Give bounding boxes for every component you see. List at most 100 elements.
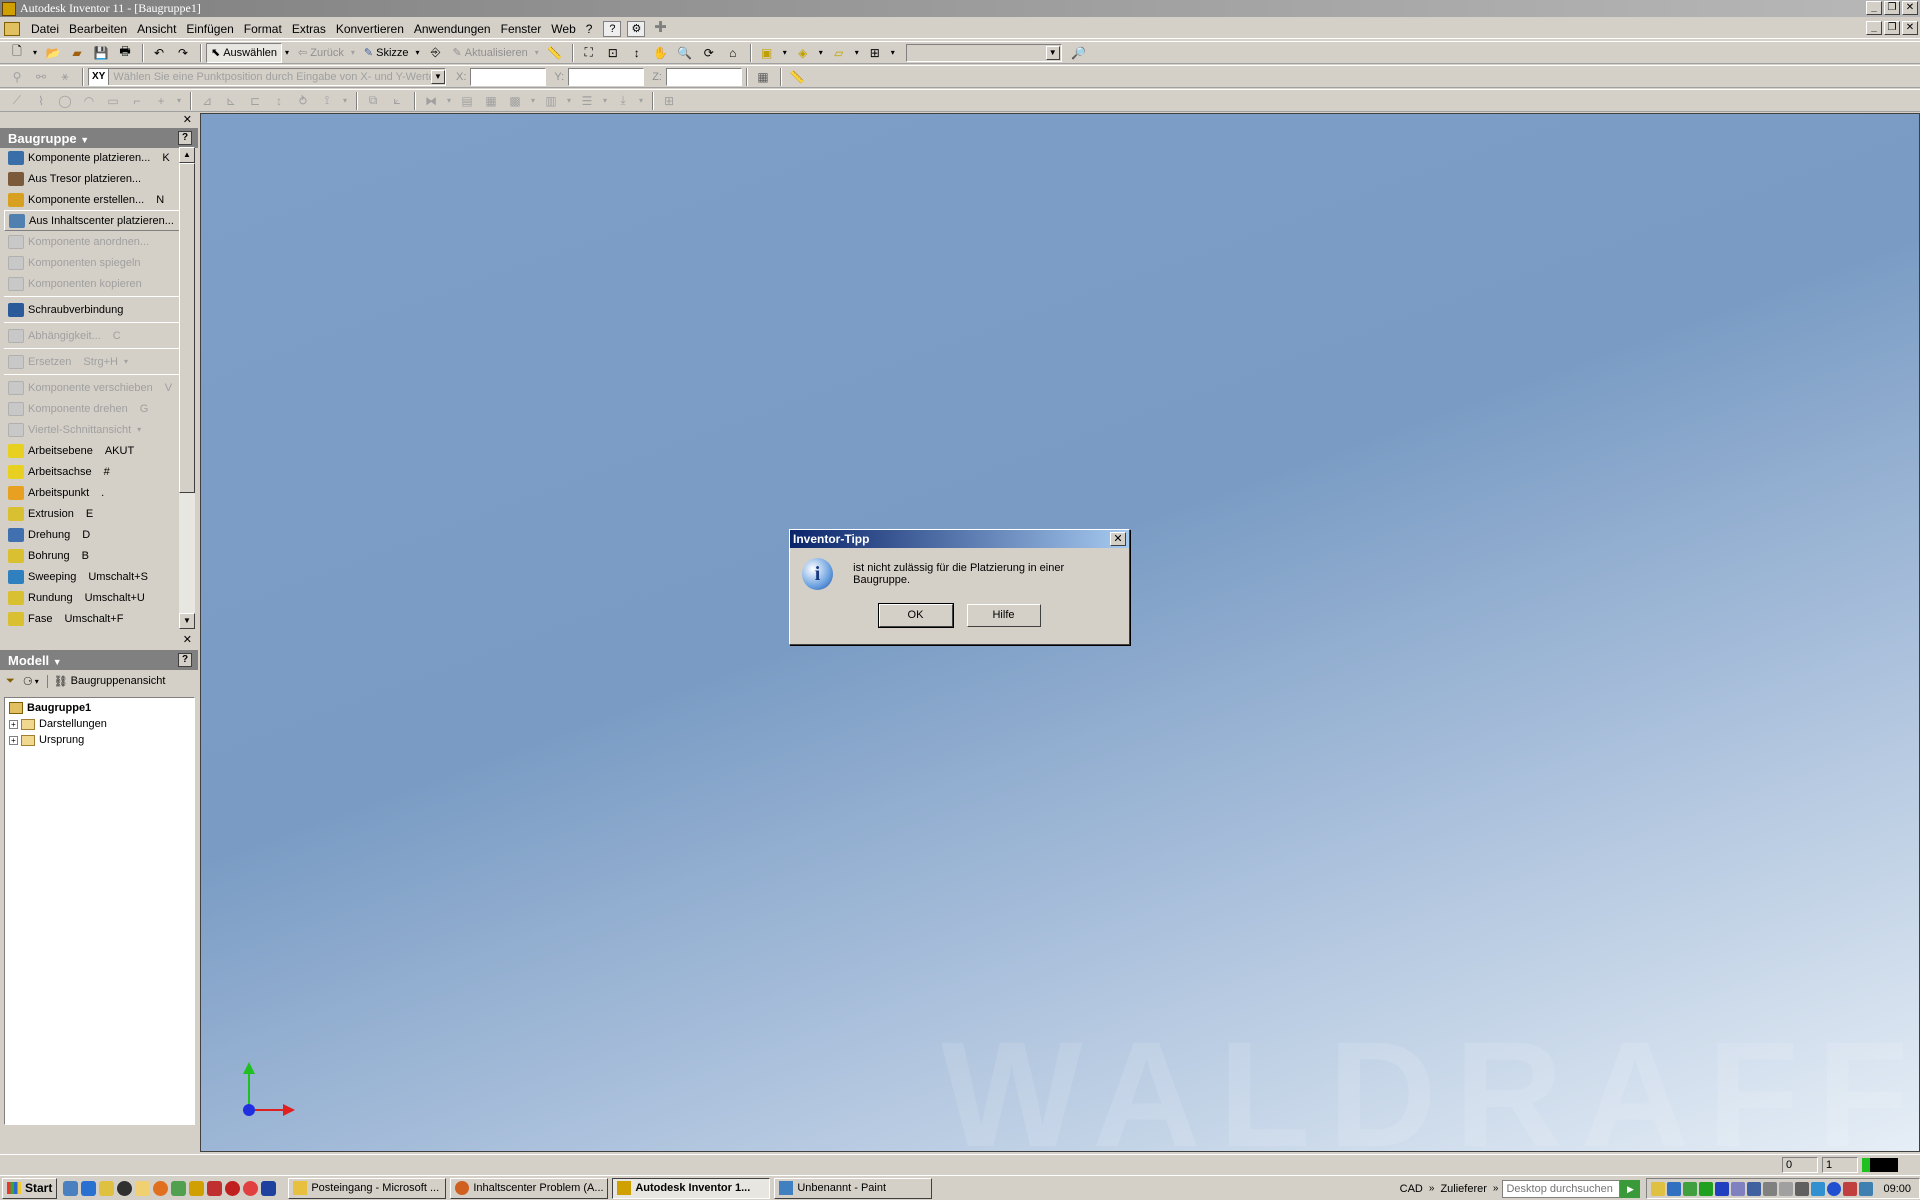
expand-plus-icon[interactable]: + — [9, 719, 18, 729]
cmd-place-from-content-center[interactable]: Aus Inhaltscenter platzieren... — [4, 210, 180, 231]
import-dropdown-arrow-icon[interactable]: ▾ — [636, 91, 646, 111]
panel-dropdown-arrow-icon[interactable]: ▼ — [80, 135, 89, 145]
section-dropdown-arrow-icon[interactable]: ▾ — [888, 43, 898, 63]
cmd-place-from-vault[interactable]: Aus Tresor platzieren... — [4, 168, 180, 189]
select-dropdown-arrow-icon[interactable]: ▾ — [282, 43, 292, 63]
cmd-work-axis[interactable]: Arbeitsachse # — [4, 461, 180, 482]
grid-icon[interactable]: ▦ — [480, 91, 502, 111]
close-button[interactable]: ✕ — [1902, 1, 1918, 15]
zoom-all-icon[interactable]: ⛶ — [578, 43, 600, 63]
section-view-dropdown-arrow-icon[interactable]: ▾ — [137, 425, 141, 434]
tray-update-icon[interactable] — [1779, 1181, 1794, 1196]
inventor-app-icon[interactable] — [2, 1, 16, 16]
cmd-create-component[interactable]: Komponente erstellen... N — [4, 189, 180, 210]
tray-network-icon[interactable] — [1667, 1181, 1682, 1196]
task-firefox[interactable]: Inhaltscenter Problem (A... — [450, 1177, 609, 1199]
mirror-dropdown-arrow-icon[interactable]: ▾ — [444, 91, 454, 111]
tray-volume-icon[interactable] — [1795, 1181, 1810, 1196]
tray-graphics-icon[interactable] — [1699, 1181, 1714, 1196]
tree-options-dropdown-arrow-icon[interactable]: ▾ — [35, 677, 39, 686]
look-at-icon[interactable]: ⌂ — [722, 43, 744, 63]
tray-bluetooth-icon[interactable] — [1827, 1181, 1842, 1196]
cmd-hole[interactable]: Bohrung B — [4, 545, 180, 566]
help-button[interactable]: Hilfe — [966, 604, 1041, 627]
doc-minimize-button[interactable]: _ — [1866, 21, 1882, 35]
inventor-quicklaunch-icon[interactable] — [189, 1180, 205, 1196]
menu-ansicht[interactable]: Ansicht — [132, 22, 181, 36]
panel-close-icon[interactable]: ✕ — [183, 113, 192, 126]
measure-ruler-icon[interactable]: 📏 — [544, 43, 566, 63]
tray-printer-icon[interactable] — [1763, 1181, 1778, 1196]
task-inventor[interactable]: Autodesk Inventor 1... — [612, 1177, 771, 1199]
coordinate-mode-arrow-icon[interactable]: ▼ — [431, 69, 445, 84]
tray-shield-icon[interactable] — [1811, 1181, 1826, 1196]
app-icon[interactable] — [243, 1180, 259, 1196]
cmd-move-component[interactable]: Komponente verschieben V — [4, 377, 180, 398]
trim-icon[interactable]: ⟀ — [386, 91, 408, 111]
add-icon[interactable]: ✚ — [651, 20, 669, 37]
import-icon[interactable]: ⤓ — [612, 91, 634, 111]
tray-outlook-icon[interactable] — [1651, 1181, 1666, 1196]
menu-konvertieren[interactable]: Konvertieren — [331, 22, 409, 36]
explorer-icon[interactable] — [63, 1180, 79, 1196]
cmd-revolve[interactable]: Drehung D — [4, 524, 180, 545]
cmd-replace[interactable]: Ersetzen Strg+H ▾ — [4, 351, 180, 372]
back-dropdown-arrow-icon[interactable]: ▾ — [348, 43, 358, 63]
menu-help[interactable]: ? — [581, 22, 598, 36]
camera-dropdown-arrow-icon[interactable]: ▾ — [816, 43, 826, 63]
project-geometry-icon[interactable]: ⧉ — [362, 91, 384, 111]
pattern-dropdown-arrow-icon[interactable]: ▾ — [528, 91, 538, 111]
scroll-down-icon[interactable]: ▼ — [179, 613, 195, 629]
measure-icon[interactable]: 📏 — [786, 67, 808, 87]
folder-icon[interactable] — [135, 1180, 151, 1196]
menu-extras[interactable]: Extras — [287, 22, 331, 36]
x-input[interactable] — [470, 67, 547, 86]
new-dropdown-arrow-icon[interactable]: ▾ — [30, 43, 40, 63]
command-list-scrollbar[interactable]: ▲ ▼ — [179, 147, 195, 629]
model-dropdown-arrow-icon[interactable]: ▼ — [53, 657, 62, 667]
style-combo[interactable]: ▼ — [905, 43, 1062, 62]
inference-icon[interactable]: ⚲ — [6, 67, 28, 87]
menu-format[interactable]: Format — [239, 22, 287, 36]
menu-bearbeiten[interactable]: Bearbeiten — [64, 22, 132, 36]
hatch-dropdown-arrow-icon[interactable]: ▾ — [564, 91, 574, 111]
menu-datei[interactable]: Datei — [26, 22, 64, 36]
tree-options-icon[interactable]: ⚆ — [23, 675, 33, 688]
coordinate-mode-box[interactable]: XY Wählen Sie eine Punktposition durch E… — [88, 67, 446, 86]
ok-button[interactable]: OK — [877, 603, 954, 628]
select-button[interactable]: ⬉ Auswählen — [206, 42, 283, 63]
panel-help-icon[interactable]: ? — [178, 131, 192, 145]
expand-plus-icon[interactable]: + — [9, 735, 18, 745]
shadow-icon[interactable]: ▱ — [828, 43, 850, 63]
scroll-up-icon[interactable]: ▲ — [179, 147, 195, 163]
return-icon[interactable]: ⎆ — [425, 43, 447, 63]
sketch-button[interactable]: ✎ Skizze — [360, 43, 413, 63]
task-paint[interactable]: Unbenannt - Paint — [774, 1177, 933, 1199]
point-dropdown-arrow-icon[interactable]: ▾ — [174, 91, 184, 111]
combo-arrow-icon[interactable]: ▼ — [1045, 45, 1060, 60]
section-view-icon[interactable]: ⊞ — [864, 43, 886, 63]
desktop-search-input[interactable] — [1502, 1179, 1621, 1198]
pattern-icon[interactable]: ▩ — [504, 91, 526, 111]
new-file-icon[interactable]: 🗋 — [6, 43, 28, 63]
save-icon[interactable]: 💾 — [90, 43, 112, 63]
cmd-fillet[interactable]: Rundung Umschalt+U — [4, 587, 180, 608]
task-outlook[interactable]: Posteingang - Microsoft ... — [288, 1177, 447, 1199]
cmd-place-component[interactable]: Komponente platzieren... K — [4, 147, 180, 168]
display-mode-icon[interactable]: ▣ — [756, 43, 778, 63]
snap-icon[interactable]: ⚯ — [30, 67, 52, 87]
replace-dropdown-arrow-icon[interactable]: ▾ — [124, 357, 128, 366]
cmd-constraint[interactable]: Abhängigkeit... C — [4, 325, 180, 346]
print-icon[interactable]: 🖶 — [114, 43, 136, 63]
cmd-sweep[interactable]: Sweeping Umschalt+S — [4, 566, 180, 587]
scroll-thumb[interactable] — [179, 163, 195, 493]
parameters-icon[interactable]: ⊞ — [658, 91, 680, 111]
find-icon[interactable]: 🔎 — [1068, 43, 1090, 63]
auto-dimension-icon[interactable]: ⊾ — [220, 91, 242, 111]
display-mode-dropdown-arrow-icon[interactable]: ▾ — [780, 43, 790, 63]
extend-icon[interactable]: ⟟ — [316, 91, 338, 111]
media-player-icon[interactable] — [117, 1180, 133, 1196]
internet-explorer-icon[interactable] — [81, 1180, 97, 1196]
z-input[interactable] — [665, 67, 742, 86]
start-button[interactable]: Start — [2, 1177, 58, 1199]
